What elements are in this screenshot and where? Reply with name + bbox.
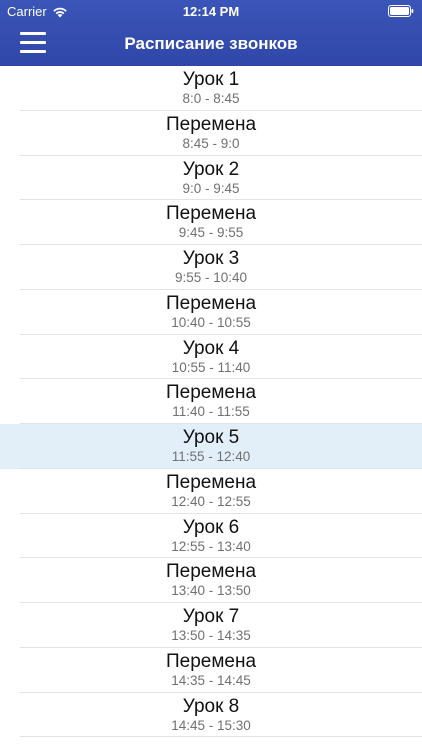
row-title: Перемена xyxy=(165,471,257,493)
row-title: Перемена xyxy=(165,650,257,672)
row-title: Урок 2 xyxy=(182,158,240,180)
schedule-row[interactable]: Урок 3 9:55 - 10:40 xyxy=(0,245,422,290)
schedule-row[interactable]: Урок 2 9:0 - 9:45 xyxy=(0,156,422,201)
schedule-row[interactable]: Урок 7 13:50 - 14:35 xyxy=(0,603,422,648)
row-title: Перемена xyxy=(165,292,257,314)
schedule-row[interactable]: Урок 6 12:55 - 13:40 xyxy=(0,514,422,559)
row-time-range: 9:55 - 10:40 xyxy=(174,270,248,285)
schedule-row[interactable]: Перемена 12:40 - 12:55 xyxy=(0,469,422,514)
row-title: Урок 8 xyxy=(182,695,240,717)
row-time-range: 11:40 - 11:55 xyxy=(172,404,250,420)
row-time-range: 8:0 - 8:45 xyxy=(182,91,240,106)
row-time-range: 10:40 - 10:55 xyxy=(171,314,251,330)
header: Carrier 12:14 PM Расписание звонков xyxy=(0,0,422,66)
schedule-row[interactable]: Перемена 8:45 - 9:0 xyxy=(0,111,422,156)
row-title: Перемена xyxy=(165,561,257,583)
row-title: Урок 3 xyxy=(182,248,240,269)
page-title: Расписание звонков xyxy=(124,34,298,53)
battery-icon xyxy=(388,5,414,17)
row-time-range: 8:45 - 9:0 xyxy=(182,135,240,151)
row-title: Урок 7 xyxy=(182,606,240,627)
row-time-range: 14:35 - 14:45 xyxy=(171,672,251,688)
hamburger-menu-icon[interactable] xyxy=(20,32,46,54)
schedule-row[interactable]: Урок 1 8:0 - 8:45 xyxy=(0,66,422,111)
row-time-range: 13:40 - 13:50 xyxy=(171,583,251,599)
row-title: Перемена xyxy=(165,382,257,404)
row-title: Перемена xyxy=(165,113,257,135)
status-time: 12:14 PM xyxy=(182,4,240,19)
schedule-row[interactable]: Перемена 10:40 - 10:55 xyxy=(0,290,422,335)
schedule-row[interactable]: Перемена 9:45 - 9:55 xyxy=(0,200,422,245)
schedule-row[interactable]: Перемена 14:35 - 14:45 xyxy=(0,648,422,693)
row-time-range: 9:0 - 9:45 xyxy=(182,180,240,196)
navigation-bar: Расписание звонков xyxy=(0,22,422,66)
row-time-range: 13:50 - 14:35 xyxy=(171,628,251,643)
schedule-row[interactable]: Урок 4 10:55 - 11:40 xyxy=(0,335,422,380)
row-time-range: 11:55 - 12:40 xyxy=(171,449,251,464)
status-bar: Carrier 12:14 PM xyxy=(0,0,422,22)
schedule-row[interactable]: Урок 5 11:55 - 12:40 xyxy=(0,424,422,469)
row-title: Урок 5 xyxy=(182,427,240,448)
schedule-list[interactable]: Урок 1 8:0 - 8:45 Перемена 8:45 - 9:0 Урок 2… xyxy=(0,66,422,750)
row-time-range: 14:45 - 15:30 xyxy=(171,717,251,733)
row-time-range: 10:55 - 11:40 xyxy=(171,359,251,375)
row-time-range: 12:55 - 13:40 xyxy=(171,538,251,554)
row-title: Урок 4 xyxy=(182,337,240,359)
schedule-row[interactable]: Перемена 11:40 - 11:55 xyxy=(0,379,422,424)
row-time-range: 9:45 - 9:55 xyxy=(178,225,244,241)
app-screen: Carrier 12:14 PM Расписание звонков Урок… xyxy=(0,0,422,750)
row-time-range: 12:40 - 12:55 xyxy=(171,493,251,509)
row-title: Урок 1 xyxy=(182,69,240,90)
schedule-row[interactable]: Перемена 13:40 - 13:50 xyxy=(0,558,422,603)
row-title: Урок 6 xyxy=(182,516,240,538)
schedule-row[interactable]: Урок 8 14:45 - 15:30 xyxy=(0,693,422,738)
row-title: Перемена xyxy=(165,203,257,225)
